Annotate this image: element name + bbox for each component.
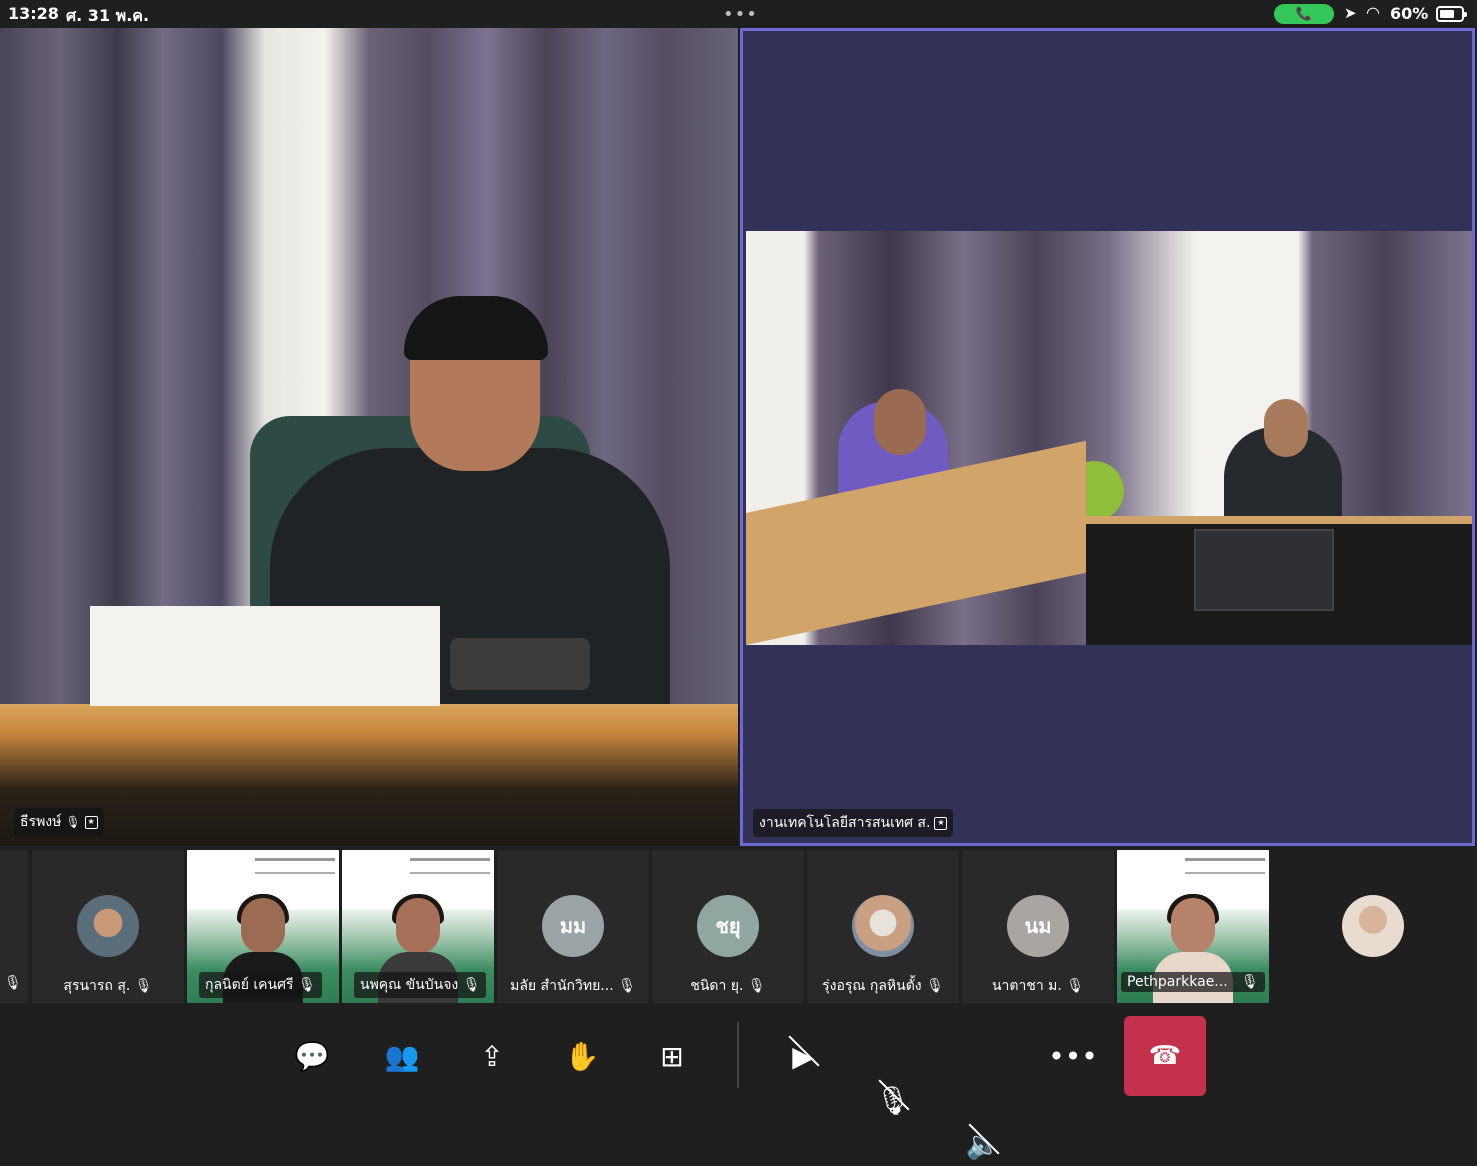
video-scene [410,858,490,874]
more-icon[interactable]: ••• [1048,1034,1098,1078]
participant-thumb[interactable]: กุลนิตย์ เคนศรี 🎙 [187,850,339,1003]
participant-thumb[interactable]: ชยุ ชนิดา ยุ. 🎙 [652,850,804,1003]
participant-thumb[interactable]: 🎙 [0,850,28,1003]
hangup-button[interactable]: ☎ [1124,1016,1206,1096]
participant-label: นาตาชา ม. 🎙 [991,978,1085,994]
participant-label: Pethparkkae... 🎙 [1121,972,1265,992]
participant-thumb[interactable] [1272,850,1477,1003]
battery-percent: 60% [1390,4,1429,23]
chat-icon[interactable]: 💬 [290,1034,334,1078]
mic-muted-icon: 🎙 [4,975,22,991]
participant-label: รุ่งอรุณ กุลหินตั้ง 🎙 [822,978,944,994]
participant-thumb[interactable]: รุ่งอรุณ กุลหินตั้ง 🎙 [807,850,959,1003]
video-scene [90,606,440,706]
video-scene [746,231,1472,645]
participant-label: กุลนิตย์ เคนศรี 🎙 [199,972,322,998]
participant-label: นพคุณ ขันบันจง 🎙 [354,972,487,998]
hangup-icon: ☎ [1148,1041,1182,1071]
participant-label: สุรนารถ สุ. 🎙 [63,978,153,994]
divider [737,1022,739,1088]
video-scene [874,389,926,455]
speaker-off-icon[interactable]: 🔈 [961,1122,1005,1166]
video-scene [1194,529,1334,611]
phone-icon[interactable]: 📞 [1274,4,1334,24]
battery-icon [1436,6,1467,22]
avatar [1342,895,1404,957]
video-scene [1264,399,1308,457]
wifi-icon: ◠ [1366,3,1380,22]
participant-name: รุ่งอรุณ กุลหินตั้ง [822,978,922,994]
participant-thumb[interactable]: มม มลัย สำนักวิทย... 🎙 [497,850,649,1003]
video-scene [0,704,738,846]
video-tile-main-right[interactable]: งานเทคโนโลยีสารสนเทศ ส. ★ [740,28,1475,846]
avatar: มม [542,895,604,957]
participant-thumb[interactable]: นม นาตาชา ม. 🎙 [962,850,1114,1003]
status-date: ศ. 31 พ.ค. [66,6,150,25]
status-bar: 13:28 ศ. 31 พ.ค. ••• 📞 ➤ ◠ 60% [0,0,1477,28]
video-scene [255,858,335,874]
participant-name: นพคุณ ขันบันจง [360,977,459,993]
status-time: 13:28 [8,4,59,23]
participant-name: มลัย สำนักวิทย... [510,978,614,994]
pinned-icon: ★ [84,815,98,829]
mic-off-icon[interactable]: 🎙 [871,1078,915,1122]
participant-strip[interactable]: 🎙 สุรนารถ สุ. 🎙 กุลนิตย์ เคนศรี 🎙 นพคุณ … [0,850,1477,1003]
participant-name: ธีรพงษ์ [20,814,62,830]
video-scene [1185,858,1265,874]
participant-name: นาตาชา ม. [991,978,1062,994]
avatar [852,895,914,957]
participant-thumb[interactable]: สุรนารถ สุ. 🎙 [32,850,184,1003]
avatar: ชยุ [697,895,759,957]
share-screen-icon[interactable]: ⇪ [470,1034,514,1078]
video-scene [404,296,548,360]
participant-name: ชนิดา ยุ. [690,978,744,994]
apps-icon[interactable]: ⊞ [650,1034,694,1078]
avatar: นม [1007,895,1069,957]
participant-thumb[interactable]: Pethparkkae... 🎙 [1117,850,1269,1003]
meeting-controls: 💬 👥 ⇪ ✋ ⊞ ▶ 🎙 🔈 ••• ☎ [0,1004,1477,1161]
participant-name: สุรนารถ สุ. [63,978,131,994]
people-icon[interactable]: 👥 [380,1034,424,1078]
raise-hand-icon[interactable]: ✋ [560,1034,604,1078]
participant-label: ชนิดา ยุ. 🎙 [690,978,766,994]
participant-label: มลัย สำนักวิทย... 🎙 [510,978,636,994]
video-tile-main-left[interactable]: ธีรพงษ์ 🎙 ★ [0,28,738,846]
participant-name: Pethparkkae... [1127,974,1228,990]
pinned-icon: ★ [934,816,948,830]
multitasking-dots[interactable]: ••• [723,4,758,25]
participant-name-tag: ธีรพงษ์ 🎙 ★ [14,808,104,836]
camera-off-icon[interactable]: ▶ [781,1034,825,1078]
mic-muted-icon: 🎙 [65,815,81,829]
avatar [77,895,139,957]
video-scene [450,638,590,690]
location-icon: ➤ [1344,4,1357,22]
participant-name: กุลนิตย์ เคนศรี [205,977,294,993]
participant-thumb[interactable]: นพคุณ ขันบันจง 🎙 [342,850,494,1003]
participant-name-tag: งานเทคโนโลยีสารสนเทศ ส. ★ [753,809,954,837]
participant-name: งานเทคโนโลยีสารสนเทศ ส. [759,815,931,831]
